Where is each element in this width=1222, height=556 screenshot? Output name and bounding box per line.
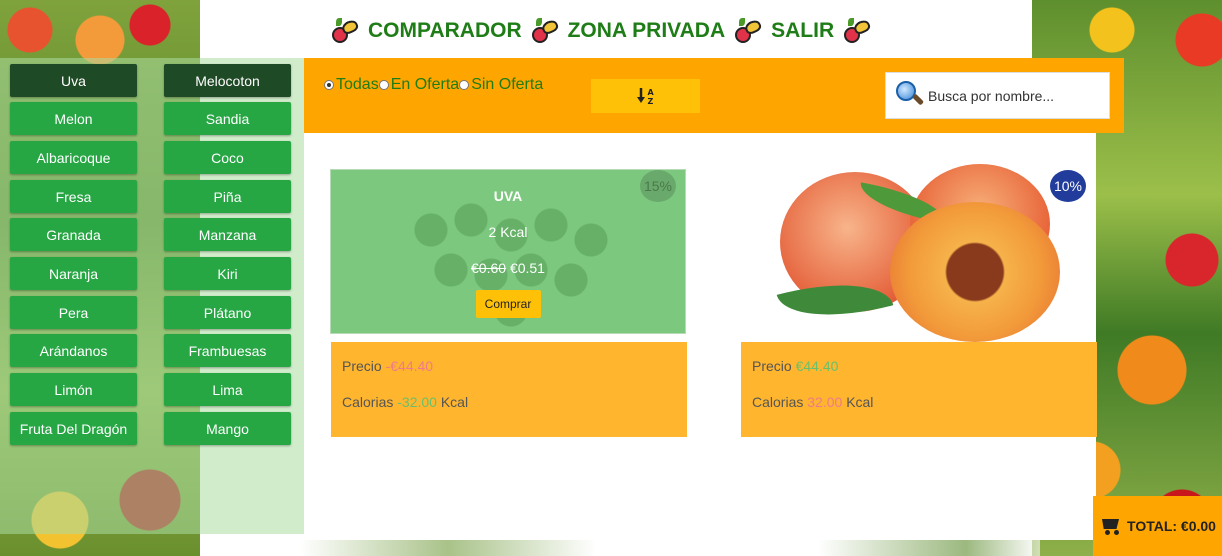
nav-comparador-link[interactable]: COMPARADOR [368,19,522,43]
product-card-melocoton[interactable] [740,160,1096,342]
filter-todas-label: Todas [336,76,379,93]
price-label: Precio [752,358,792,374]
calories-row: Calorias 32.00 Kcal [752,394,873,410]
fruit-button-coco[interactable]: Coco [164,141,291,174]
magnifier-icon [894,79,928,113]
price-diff-value: €44.40 [795,358,839,374]
fruit-button-kiri[interactable]: Kiri [164,257,291,290]
fruit-button-mango[interactable]: Mango [164,412,291,445]
discount-badge: 15% [640,170,676,202]
fruit-button-pera[interactable]: Pera [10,296,137,329]
comparison-info-left: Precio -€44.40 Calorias -32.00 Kcal [331,342,687,437]
fruit-button-manzana[interactable]: Manzana [164,218,291,251]
nav-zona-privada-link[interactable]: ZONA PRIVADA [568,19,726,43]
search-input[interactable] [928,80,1108,111]
fruit-button-frambuesas[interactable]: Frambuesas [164,334,291,367]
fruit-button-pina[interactable]: Piña [164,180,291,213]
offer-filter-radio-group: Todas En Oferta Sin Oferta [324,76,543,94]
price-diff-value: -€44.40 [385,358,434,374]
cart-total-label: TOTAL: €0.00 [1127,518,1216,534]
calories-diff-value: -32.00 [397,394,437,410]
fruit-icon [842,17,872,45]
fruit-button-sandia[interactable]: Sandia [164,102,291,135]
fruit-button-platano[interactable]: Plátano [164,296,291,329]
price-label: Precio [342,358,382,374]
calories-label: Calorias [342,394,394,410]
calories-label: Calorias [752,394,804,410]
calories-diff-value: 32.00 [807,394,843,410]
fruit-background-bottom [300,540,1040,556]
cart-total-button[interactable]: TOTAL: €0.00 [1093,496,1222,556]
fruit-icon [733,17,763,45]
product-overlay: UVA 2 Kcal €0.60 €0.51 Comprar [331,170,685,333]
peach-half-image [890,202,1060,342]
svg-text:A: A [647,88,654,97]
radio-unchecked-icon[interactable] [378,80,389,90]
filter-en-oferta-label: En Oferta [390,76,460,93]
calories-unit: Kcal [440,394,469,410]
fruit-icon [330,17,360,45]
filter-bar: Todas En Oferta Sin Oferta A Z [304,58,1124,133]
old-price: €0.60 [471,260,507,276]
comparison-info-right: Precio €44.40 Calorias 32.00 Kcal [741,342,1097,437]
filter-sin-oferta-option[interactable]: Sin Oferta [459,76,543,94]
fruit-selector-sidebar: Uva Melon Albaricoque Fresa Granada Nara… [0,58,304,534]
nav-salir-link[interactable]: SALIR [771,19,834,43]
fruit-button-limon[interactable]: Limón [10,373,137,406]
search-box[interactable] [885,72,1110,119]
discount-badge: 10% [1050,170,1086,202]
svg-text:Z: Z [647,97,653,106]
price-row: Precio -€44.40 [342,358,433,374]
product-price: €0.60 €0.51 [471,260,545,276]
radio-checked-icon[interactable] [324,80,334,90]
sort-alpha-down-icon: A Z [636,88,654,106]
product-card-uva[interactable]: UVA 2 Kcal €0.60 €0.51 Comprar [330,169,686,334]
filter-sin-oferta-label: Sin Oferta [471,76,544,93]
price-row: Precio €44.40 [752,358,838,374]
filter-en-oferta-option[interactable]: En Oferta [378,76,460,94]
sort-alphabetical-button[interactable]: A Z [591,79,700,113]
product-kcal: 2 Kcal [488,224,528,240]
fruit-icon [530,17,560,45]
fruit-button-lima[interactable]: Lima [164,373,291,406]
fruit-button-fruta-del-dragon[interactable]: Fruta Del Dragón [10,412,137,445]
fruit-button-melon[interactable]: Melon [10,102,137,135]
product-name: UVA [493,188,523,204]
shopping-cart-icon [1099,517,1121,535]
calories-row: Calorias -32.00 Kcal [342,394,468,410]
fruit-button-granada[interactable]: Granada [10,218,137,251]
top-navigation: COMPARADOR ZONA PRIVADA SALIR [330,14,872,48]
filter-todas-option[interactable]: Todas [324,76,379,94]
fruit-button-melocoton[interactable]: Melocoton [164,64,291,97]
calories-unit: Kcal [846,394,874,410]
fruit-button-uva[interactable]: Uva [10,64,137,97]
fruit-button-fresa[interactable]: Fresa [10,180,137,213]
fruit-button-naranja[interactable]: Naranja [10,257,137,290]
fruit-button-albaricoque[interactable]: Albaricoque [10,141,137,174]
radio-unchecked-icon[interactable] [459,80,470,90]
new-price: €0.51 [509,260,545,276]
buy-button[interactable]: Comprar [475,290,541,318]
fruit-button-arandanos[interactable]: Arándanos [10,334,137,367]
